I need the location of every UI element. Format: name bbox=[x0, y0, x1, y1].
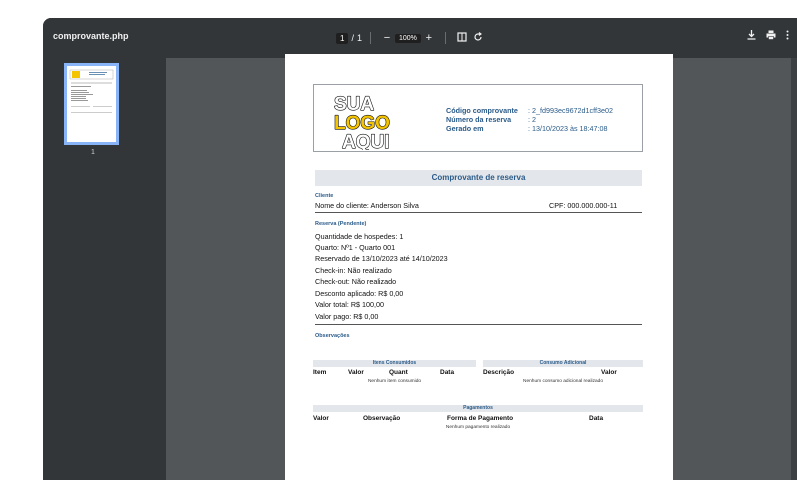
reserva-line: Valor total: R$ 100,00 bbox=[315, 300, 384, 309]
itens-col-data: Data bbox=[440, 369, 455, 376]
pdf-viewer-window: comprovante.php 1 / 1 − 100% + 1 SUA LOG… bbox=[43, 18, 797, 480]
adicional-col-descricao: Descrição bbox=[483, 369, 515, 376]
itens-consumidos-header: Itens Consumidos bbox=[313, 360, 476, 367]
thumbnail-page-number: 1 bbox=[91, 149, 95, 156]
reserva-line: Reservado de 13/10/2023 até 14/10/2023 bbox=[315, 254, 448, 263]
consumo-adicional-header: Consumo Adicional bbox=[483, 360, 643, 367]
itens-empty-message: Nenhum item consumido bbox=[367, 379, 422, 384]
receipt-header: SUA LOGO AQUI Código comprovante : 2_fd99… bbox=[313, 84, 643, 152]
reserva-line: Quantidade de hospedes: 1 bbox=[315, 232, 404, 241]
adicional-col-valor: Valor bbox=[601, 369, 617, 376]
receipt-meta: Código comprovante : 2_fd993ec9672d1cff3e… bbox=[446, 106, 613, 133]
adicional-empty-message: Nenhum consumo adicional realizado bbox=[523, 379, 603, 384]
pagamentos-col-forma: Forma de Pagamento bbox=[447, 415, 514, 422]
vertical-scrollbar[interactable] bbox=[791, 58, 797, 480]
reserva-section-label: Reserva (Pendente) bbox=[315, 221, 367, 227]
more-options-icon[interactable] bbox=[786, 30, 789, 43]
reserva-line: Quarto: Nº1 - Quarto 001 bbox=[315, 243, 396, 252]
divider bbox=[315, 212, 642, 213]
cliente-cpf: CPF: 000.000.000-11 bbox=[549, 201, 618, 210]
toolbar-actions bbox=[747, 30, 789, 43]
codigo-value: : 2_fd993ec9672d1cff3e02 bbox=[528, 106, 613, 115]
document-filename: comprovante.php bbox=[53, 31, 129, 41]
itens-col-item: Item bbox=[313, 369, 327, 376]
codigo-label: Código comprovante bbox=[446, 106, 518, 115]
rotate-icon[interactable] bbox=[470, 31, 486, 45]
svg-text:AQUI: AQUI bbox=[342, 132, 390, 150]
zoom-out-icon[interactable]: − bbox=[379, 32, 395, 44]
page-thumbnail[interactable] bbox=[64, 63, 119, 145]
gerado-label: Gerado em bbox=[446, 124, 484, 133]
reserva-line: Check-out: Não realizado bbox=[315, 277, 397, 286]
observacoes-section-label: Observações bbox=[315, 333, 350, 339]
zoom-level-input[interactable]: 100% bbox=[394, 33, 421, 43]
cliente-nome: Nome do cliente: Anderson Silva bbox=[315, 201, 419, 210]
company-logo: SUA LOGO AQUI bbox=[333, 93, 390, 150]
receipt-title: Comprovante de reserva bbox=[315, 170, 642, 186]
svg-text:SUA: SUA bbox=[334, 94, 374, 115]
itens-col-valor: Valor bbox=[348, 369, 364, 376]
cliente-section-label: Cliente bbox=[315, 193, 334, 199]
pdf-page: SUA LOGO AQUI Código comprovante : 2_fd99… bbox=[285, 54, 673, 480]
page-total: 1 bbox=[356, 33, 362, 43]
reserva-number-label: Número da reserva bbox=[446, 115, 512, 124]
pagamentos-col-valor: Valor bbox=[313, 415, 329, 422]
gerado-value: : 13/10/2023 às 18:47:08 bbox=[528, 124, 608, 133]
divider bbox=[315, 324, 642, 325]
page-controls: 1 / 1 − 100% + bbox=[336, 29, 486, 47]
print-icon[interactable] bbox=[766, 30, 776, 43]
reserva-number-value: : 2 bbox=[528, 115, 536, 124]
download-icon[interactable] bbox=[747, 30, 756, 43]
viewer-toolbar: comprovante.php 1 / 1 − 100% + bbox=[43, 18, 797, 58]
pagamentos-empty-message: Nenhum pagamento realizado bbox=[445, 425, 511, 430]
page-number-input[interactable]: 1 bbox=[336, 32, 349, 44]
pagamentos-header: Pagamentos bbox=[313, 405, 643, 412]
fit-page-icon[interactable] bbox=[454, 31, 470, 45]
toolbar-divider bbox=[444, 32, 446, 44]
thumbnail-sidebar: 1 bbox=[43, 58, 166, 480]
pagamentos-col-data: Data bbox=[589, 415, 604, 422]
itens-col-quant: Quant bbox=[389, 369, 408, 376]
reserva-line: Valor pago: R$ 0,00 bbox=[315, 312, 379, 321]
reserva-line: Desconto aplicado: R$ 0,00 bbox=[315, 289, 404, 298]
reserva-line: Check-in: Não realizado bbox=[315, 266, 392, 275]
page-separator: / bbox=[351, 33, 354, 43]
svg-text:LOGO: LOGO bbox=[334, 113, 390, 134]
zoom-in-icon[interactable]: + bbox=[421, 32, 437, 44]
toolbar-divider bbox=[369, 32, 371, 44]
pagamentos-col-observacao: Observação bbox=[363, 415, 401, 422]
